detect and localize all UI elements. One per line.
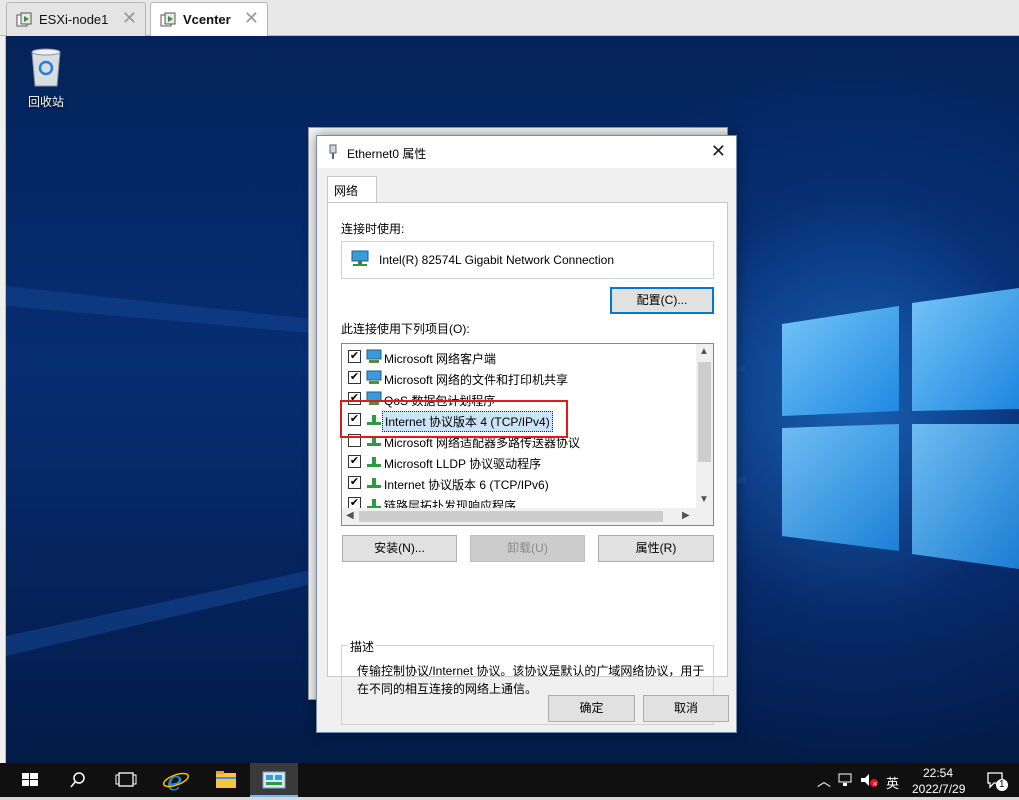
close-icon[interactable]: ✕ bbox=[122, 9, 137, 27]
checkbox[interactable]: ✔ bbox=[348, 371, 361, 384]
task-view-icon bbox=[115, 772, 137, 787]
volume-muted-icon[interactable]: × bbox=[860, 773, 878, 788]
scroll-left-icon[interactable]: ◀ bbox=[346, 510, 354, 521]
horizontal-scrollbar[interactable]: ◀ ▶ bbox=[342, 508, 713, 525]
vertical-scrollbar[interactable]: ▲ ▼ bbox=[696, 344, 713, 509]
scroll-thumb[interactable] bbox=[698, 362, 711, 462]
tab-label: ESXi-node1 bbox=[39, 12, 109, 27]
vm-tab-bar: ESXi-node1 ✕ Vcenter ✕ bbox=[0, 0, 1019, 37]
show-hidden-icons[interactable]: ︿ bbox=[817, 771, 831, 791]
configure-button[interactable]: 配置(C)... bbox=[610, 287, 714, 314]
cancel-button[interactable]: 取消 bbox=[643, 695, 729, 722]
network-status-icon[interactable] bbox=[838, 773, 854, 788]
vm-icon bbox=[16, 12, 32, 27]
taskbar-file-explorer[interactable] bbox=[202, 763, 250, 797]
uninstall-button[interactable]: 卸载(U) bbox=[470, 535, 585, 562]
description-text: 传输控制协议/Internet 协议。该协议是默认的广域网络协议，用于在不同的相… bbox=[357, 664, 705, 696]
adapter-field: Intel(R) 82574L Gigabit Network Connecti… bbox=[341, 241, 714, 279]
windows-start-icon bbox=[22, 773, 38, 786]
scroll-right-icon[interactable]: ▶ bbox=[682, 510, 690, 521]
item-label: Internet 协议版本 6 (TCP/IPv6) bbox=[384, 478, 549, 492]
highlight-annotation bbox=[340, 400, 568, 438]
internet-explorer-icon: e bbox=[162, 767, 190, 797]
scroll-thumb[interactable] bbox=[359, 511, 663, 522]
dialog-title: Ethernet0 属性 bbox=[347, 147, 427, 161]
tab-label: Vcenter bbox=[183, 12, 231, 27]
adapter-name: Intel(R) 82574L Gigabit Network Connecti… bbox=[379, 253, 615, 267]
search-icon bbox=[70, 772, 85, 788]
folder-icon bbox=[216, 771, 236, 788]
list-item[interactable]: ✔ Microsoft 网络的文件和打印机共享 bbox=[342, 367, 696, 388]
taskbar: e ︿ × 英 22:54 2022/7/29 1 bbox=[0, 763, 1019, 797]
search-button[interactable] bbox=[54, 763, 102, 797]
svg-text:×: × bbox=[872, 780, 878, 788]
network-tab-panel: 连接时使用: Intel(R) 82574L Gigabit Network C… bbox=[327, 202, 728, 725]
item-label: Microsoft LLDP 协议驱动程序 bbox=[384, 457, 542, 471]
close-icon[interactable]: ✕ bbox=[711, 141, 726, 161]
network-connections-icon bbox=[262, 771, 286, 789]
svg-text:e: e bbox=[167, 767, 182, 797]
task-view-button[interactable] bbox=[102, 763, 150, 797]
clock-date[interactable]: 2022/7/29 bbox=[912, 782, 965, 796]
connect-using-label: 连接时使用: bbox=[341, 222, 405, 236]
tab-vcenter[interactable]: Vcenter ✕ bbox=[150, 2, 268, 37]
recycle-bin-label: 回收站 bbox=[27, 95, 64, 109]
list-item[interactable]: ✔ Microsoft 网络客户端 bbox=[342, 346, 696, 367]
items-label: 此连接使用下列项目(O): bbox=[341, 322, 470, 336]
notification-badge: 1 bbox=[996, 779, 1008, 791]
checkbox[interactable]: ✔ bbox=[348, 350, 361, 363]
taskbar-network-connections[interactable] bbox=[250, 763, 298, 797]
recycle-bin[interactable]: 回收站 bbox=[20, 44, 72, 110]
file-share-icon bbox=[366, 370, 382, 384]
scroll-down-icon[interactable]: ▼ bbox=[699, 494, 709, 505]
item-label: Microsoft 网络客户端 bbox=[384, 352, 497, 366]
ime-indicator[interactable]: 英 bbox=[886, 773, 899, 792]
checkbox[interactable]: ✔ bbox=[348, 455, 361, 468]
protocol-icon bbox=[367, 457, 381, 467]
ethernet-icon bbox=[329, 144, 337, 159]
list-item[interactable]: ✔ Microsoft LLDP 协议驱动程序 bbox=[342, 451, 696, 472]
start-button[interactable] bbox=[6, 763, 54, 797]
ok-button[interactable]: 确定 bbox=[548, 695, 635, 722]
taskbar-internet-explorer[interactable]: e bbox=[152, 763, 200, 797]
list-item[interactable]: ✔ Internet 协议版本 6 (TCP/IPv6) bbox=[342, 472, 696, 493]
vm-icon bbox=[160, 12, 176, 27]
tab-network[interactable]: 网络 bbox=[327, 176, 377, 203]
tab-esxi-node1[interactable]: ESXi-node1 ✕ bbox=[6, 2, 146, 36]
clock-time[interactable]: 22:54 bbox=[923, 766, 953, 780]
install-button[interactable]: 安装(N)... bbox=[342, 535, 457, 562]
network-adapter-icon bbox=[351, 250, 369, 266]
description-title: 描述 bbox=[348, 638, 377, 655]
scroll-up-icon[interactable]: ▲ bbox=[699, 346, 709, 357]
close-icon[interactable]: ✕ bbox=[244, 9, 259, 27]
recycle-bin-icon bbox=[31, 48, 61, 87]
properties-button[interactable]: 属性(R) bbox=[598, 535, 714, 562]
protocol-icon bbox=[367, 478, 381, 488]
network-client-icon bbox=[366, 349, 382, 363]
action-center-button[interactable]: 1 bbox=[986, 771, 1008, 791]
item-label: Microsoft 网络的文件和打印机共享 bbox=[384, 373, 569, 387]
checkbox[interactable]: ✔ bbox=[348, 476, 361, 489]
dialog-titlebar[interactable]: Ethernet0 属性 ✕ bbox=[317, 136, 736, 168]
